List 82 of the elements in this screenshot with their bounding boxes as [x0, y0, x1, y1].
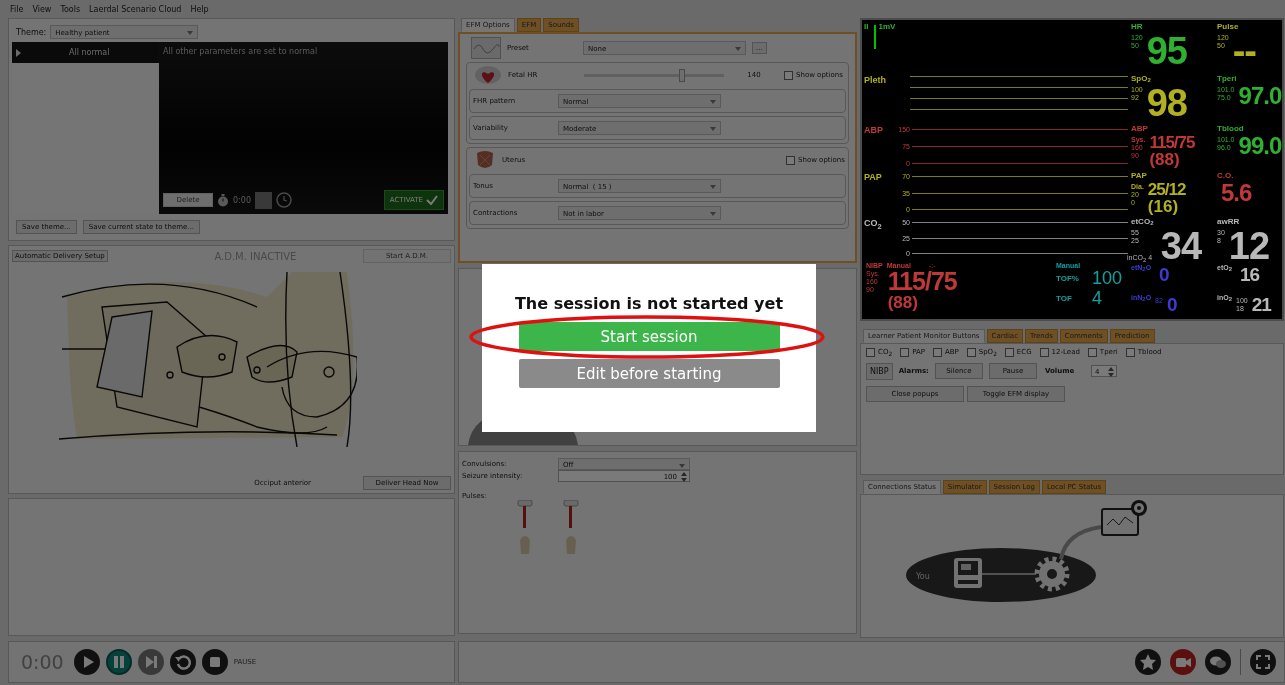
tof-value: 100: [1092, 269, 1123, 289]
caret-icon: [187, 31, 194, 35]
vital-value: 115/75: [1149, 135, 1195, 152]
vital-label: Pulse: [1217, 22, 1240, 31]
vital-value: 0: [1166, 295, 1177, 314]
vital-label: Tperi: [1217, 74, 1238, 83]
stop-icon[interactable]: [201, 649, 228, 675]
list-item[interactable]: All normal: [12, 42, 159, 63]
menu-item[interactable]: Help: [190, 4, 209, 14]
triangle-icon: [16, 48, 21, 57]
vital-label: HR: [1131, 22, 1144, 31]
vital-mean: (88): [1149, 151, 1180, 169]
vital-value: --: [1232, 33, 1256, 70]
vital-mean: (88): [887, 294, 918, 311]
theme-label: Theme:: [16, 27, 47, 37]
chat-icon[interactable]: [1205, 649, 1231, 675]
spinner-arrows-icon[interactable]: [680, 471, 688, 483]
caret-icon: [710, 127, 716, 131]
start-session-button[interactable]: Start session: [518, 322, 780, 351]
caret-icon: [710, 212, 716, 216]
timer-text: 0:00: [233, 195, 251, 205]
pause-icon[interactable]: [105, 649, 132, 675]
vital-label: etCO$_{2}$: [1131, 217, 1155, 226]
connector-line: [981, 573, 1037, 576]
wave-label: CO$_{2}$: [864, 218, 883, 232]
dialog-message: The session is not started yet: [514, 294, 784, 313]
play-icon[interactable]: [73, 649, 100, 675]
caret-icon: [710, 185, 716, 189]
vital-label: ABP: [1131, 124, 1149, 133]
vital-value: 98: [1146, 85, 1187, 122]
gear-icon: [1034, 556, 1070, 592]
restart-icon[interactable]: [169, 649, 196, 675]
uterus-icon: [474, 149, 496, 171]
scale-label: 1mV: [878, 22, 896, 31]
menu-item[interactable]: View: [32, 4, 52, 14]
tof-label: TOF: [1056, 294, 1073, 304]
vital-value: 5.6: [1221, 182, 1252, 205]
wave-label: ABP: [864, 125, 884, 136]
vital-value: 34: [1160, 228, 1202, 265]
check-icon: [426, 195, 438, 205]
scale-bar-icon: [874, 25, 877, 49]
vital-label: PAP: [1131, 171, 1148, 180]
tof-value: 4: [1092, 288, 1102, 309]
wave-label: PAP: [864, 172, 883, 183]
caret-icon: [679, 464, 685, 468]
vital-value: 97.0: [1238, 85, 1282, 108]
menu-item[interactable]: File: [10, 4, 24, 14]
vital-value: 21: [1251, 295, 1271, 314]
vital-value: 115/75: [887, 269, 957, 294]
clock-icon[interactable]: [275, 192, 292, 208]
connector-line: [1059, 525, 1102, 560]
vital-value: 95: [1146, 33, 1187, 70]
waveform-icon: [471, 37, 501, 59]
edit-button[interactable]: Edit before starting: [518, 359, 780, 388]
vital-label: awRR: [1217, 217, 1241, 226]
description-text: All other parameters are set to normal: [163, 47, 319, 58]
vital-value: 0: [1159, 266, 1169, 285]
nibp-button[interactable]: NIBP: [866, 362, 893, 380]
vital-mean: (16): [1147, 198, 1179, 216]
wave-label: Pleth: [864, 75, 887, 86]
fullscreen-icon[interactable]: [1250, 649, 1276, 675]
computer-icon: [954, 558, 982, 589]
lead-label: II: [864, 22, 869, 31]
vital-value: 12: [1228, 228, 1270, 265]
caret-icon: [710, 100, 716, 104]
menu-item[interactable]: Laerdal Scenario Cloud: [89, 4, 182, 14]
vital-value: 99.0: [1238, 135, 1282, 158]
vital-value: 16: [1240, 266, 1260, 285]
vital-label: Tblood: [1217, 124, 1245, 133]
stopwatch-icon: [217, 193, 229, 207]
slider-thumb[interactable]: [679, 68, 685, 82]
list-item-text: All normal: [69, 48, 110, 57]
vital-label: C.O.: [1217, 171, 1235, 180]
vital-value: 25/12: [1147, 182, 1186, 199]
caret-icon: [735, 47, 741, 51]
vital-label: SpO$_{2}$: [1131, 74, 1152, 83]
video-camera-icon[interactable]: [1170, 649, 1196, 675]
monitor-icon: [1101, 500, 1147, 537]
tof-label: TOF%: [1056, 274, 1080, 284]
you-label: You: [916, 572, 930, 582]
menu-item[interactable]: Tools: [60, 4, 81, 14]
spinner-arrows-icon[interactable]: [1106, 366, 1115, 379]
